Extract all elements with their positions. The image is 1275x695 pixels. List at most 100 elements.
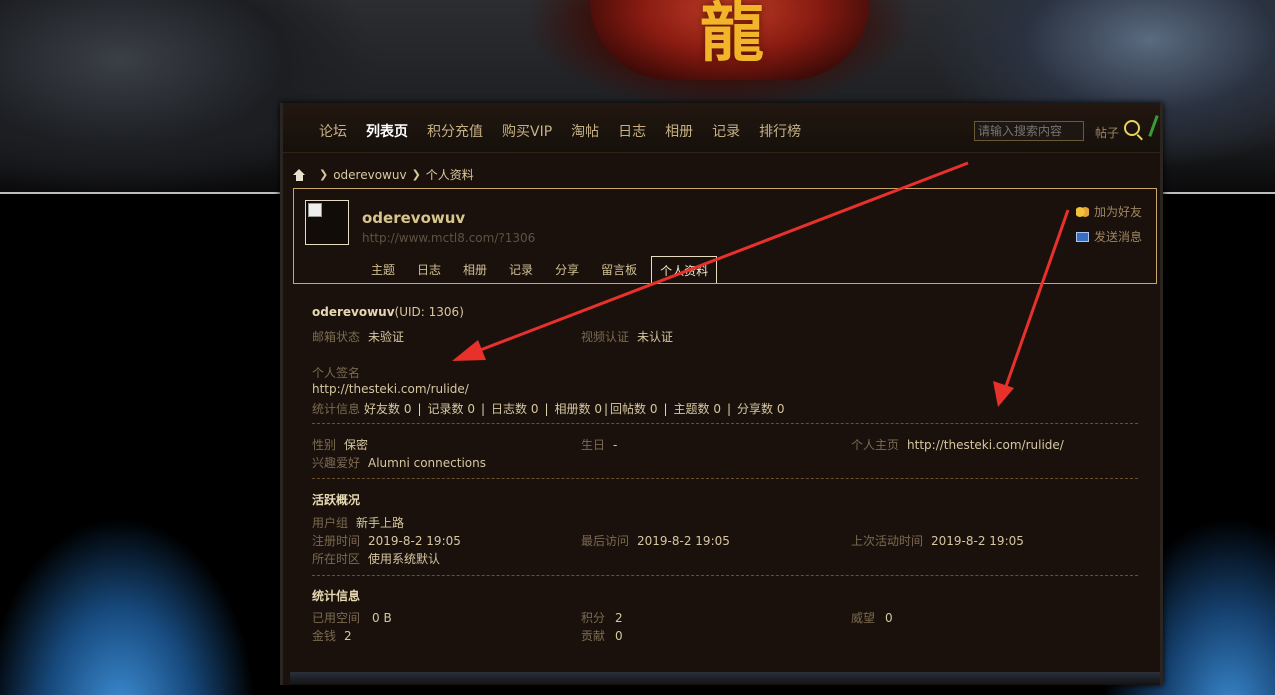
tab-doing[interactable]: 记录 [501, 256, 541, 284]
add-friend-label: 加为好友 [1093, 205, 1142, 219]
regdate-row: 注册时间 2019-8-2 19:05 [312, 532, 461, 549]
prestige-value: 0 [885, 611, 893, 625]
stat-separator: | [417, 402, 422, 416]
stat-doings[interactable]: 记录数 0 [428, 402, 475, 416]
nav-item-buy-vip[interactable]: 购买VIP [502, 121, 552, 141]
gender-row: 性别 保密 [312, 436, 368, 453]
email-status-label: 邮箱状态 [312, 330, 361, 344]
add-friend-button[interactable]: 加为好友 [1075, 203, 1142, 220]
handshake-icon [1075, 206, 1089, 217]
homepage-link[interactable]: http://thesteki.com/rulide/ [907, 438, 1064, 452]
search-icon[interactable] [1124, 120, 1140, 136]
profile-username: oderevowuv [362, 209, 466, 227]
stat-shares[interactable]: 分享数 0 [737, 402, 784, 416]
birthday-label: 生日 [581, 438, 606, 452]
profile-url[interactable]: http://www.mctl8.com/?1306 [362, 231, 535, 245]
usergroup-value[interactable]: 新手上路 [356, 516, 404, 530]
stat-separator: | [544, 402, 549, 416]
email-status-row: 邮箱状态 未验证 [312, 328, 404, 345]
statistics-title: 统计信息 [312, 587, 360, 604]
profile-header: oderevowuv http://www.mctl8.com/?1306 主题… [293, 188, 1157, 284]
space-label: 已用空间 [312, 611, 361, 625]
lastvisit-value: 2019-8-2 19:05 [637, 534, 730, 548]
panel-footer-bar [290, 672, 1160, 684]
video-status-value: 未认证 [637, 330, 674, 344]
stat-albums[interactable]: 相册数 0 [555, 402, 602, 416]
stat-threads[interactable]: 主题数 0 [674, 402, 721, 416]
stat-separator: | [726, 402, 732, 416]
birthday-row: 生日 - [581, 436, 617, 453]
gender-value: 保密 [344, 438, 369, 452]
section-divider [312, 478, 1138, 479]
hobby-label: 兴趣爱好 [312, 456, 361, 470]
signature-label: 个人签名 [312, 364, 368, 381]
chevron-right-icon: ❯ [411, 168, 421, 181]
money-value: 2 [344, 629, 352, 643]
credits-value: 2 [615, 611, 623, 625]
nav-item-recharge[interactable]: 积分充值 [427, 121, 483, 141]
logo-mark: 龍 [700, 0, 764, 71]
info-uid: (UID: 1306) [394, 305, 464, 319]
profile-tabs: 主题 日志 相册 记录 分享 留言板 个人资料 [362, 256, 723, 284]
statistics-heading: 统计信息 [312, 589, 361, 603]
search-type-select[interactable]: 帖子 [1095, 124, 1119, 141]
homepage-row: 个人主页 http://thesteki.com/rulide/ [851, 436, 1064, 453]
space-value: 0 B [372, 611, 392, 625]
activity-title: 活跃概况 [312, 491, 360, 508]
stats-row: 统计信息 好友数 0 | 记录数 0 | 日志数 0 | 相册数 0 | 回帖数 0 | 主题数 0 |… [312, 400, 784, 417]
stat-replies[interactable]: 回帖数 0 [610, 402, 657, 416]
hobby-row: 兴趣爱好 Alumni connections [312, 454, 486, 471]
nav-item-doing[interactable]: 记录 [712, 121, 740, 141]
prestige-label: 威望 [851, 611, 876, 625]
tab-share[interactable]: 分享 [547, 256, 587, 284]
nav-item-album[interactable]: 相册 [665, 121, 693, 141]
space-row: 已用空间 0 B [312, 609, 392, 626]
send-message-label: 发送消息 [1093, 230, 1142, 244]
stat-friends[interactable]: 好友数 0 [364, 402, 411, 416]
tab-blog[interactable]: 日志 [409, 256, 449, 284]
credits-row: 积分 2 [581, 609, 623, 626]
nav-links: 论坛 列表页 积分充值 购买VIP 淘帖 日志 相册 记录 排行榜 [319, 121, 820, 141]
tab-profile[interactable]: 个人资料 [651, 256, 718, 284]
main-panel: 论坛 列表页 积分充值 购买VIP 淘帖 日志 相册 记录 排行榜 帖子 ❯ o… [280, 103, 1163, 685]
uid-line: oderevowuv(UID: 1306) [312, 305, 464, 319]
money-row: 金钱 2 [312, 627, 352, 644]
lastactive-value: 2019-8-2 19:05 [931, 534, 1024, 548]
stat-blogs[interactable]: 日志数 0 [491, 402, 538, 416]
timezone-row: 所在时区 使用系统默认 [312, 550, 440, 567]
nav-item-ranking[interactable]: 排行榜 [759, 121, 801, 141]
nav-item-list[interactable]: 列表页 [366, 121, 408, 141]
video-status-row: 视频认证 未认证 [581, 328, 673, 345]
send-message-button[interactable]: 发送消息 [1075, 228, 1142, 245]
nav-item-blog[interactable]: 日志 [618, 121, 646, 141]
breadcrumb-user[interactable]: oderevowuv [333, 168, 406, 182]
search-input[interactable] [974, 121, 1084, 141]
section-divider [312, 575, 1138, 576]
tab-album[interactable]: 相册 [455, 256, 495, 284]
stats-label: 统计信息 [312, 402, 361, 416]
avatar[interactable] [305, 200, 349, 245]
envelope-icon [1075, 231, 1089, 242]
regdate-value: 2019-8-2 19:05 [368, 534, 461, 548]
tab-wall[interactable]: 留言板 [593, 256, 645, 284]
nav-item-collection[interactable]: 淘帖 [571, 121, 599, 141]
section-divider [312, 423, 1138, 424]
nav-item-forum[interactable]: 论坛 [319, 121, 347, 141]
hobby-value: Alumni connections [368, 456, 486, 470]
signature-label-text: 个人签名 [312, 366, 361, 380]
breadcrumb: ❯ oderevowuv ❯ 个人资料 [293, 166, 474, 183]
info-username: oderevowuv [312, 305, 395, 319]
gender-label: 性别 [312, 438, 337, 452]
video-status-label: 视频认证 [581, 330, 630, 344]
stat-separator: | [663, 402, 668, 416]
lastactive-row: 上次活动时间 2019-8-2 19:05 [851, 532, 1024, 549]
signature-text: http://thesteki.com/rulide/ [312, 382, 469, 396]
contrib-row: 贡献 0 [581, 627, 623, 644]
usergroup-row: 用户组 新手上路 [312, 514, 404, 531]
tab-threads[interactable]: 主题 [362, 256, 403, 284]
timezone-value: 使用系统默认 [368, 552, 441, 566]
contrib-value: 0 [615, 629, 623, 643]
credits-label: 积分 [581, 611, 606, 625]
chevron-right-icon: ❯ [319, 168, 329, 181]
home-icon[interactable] [293, 168, 306, 181]
